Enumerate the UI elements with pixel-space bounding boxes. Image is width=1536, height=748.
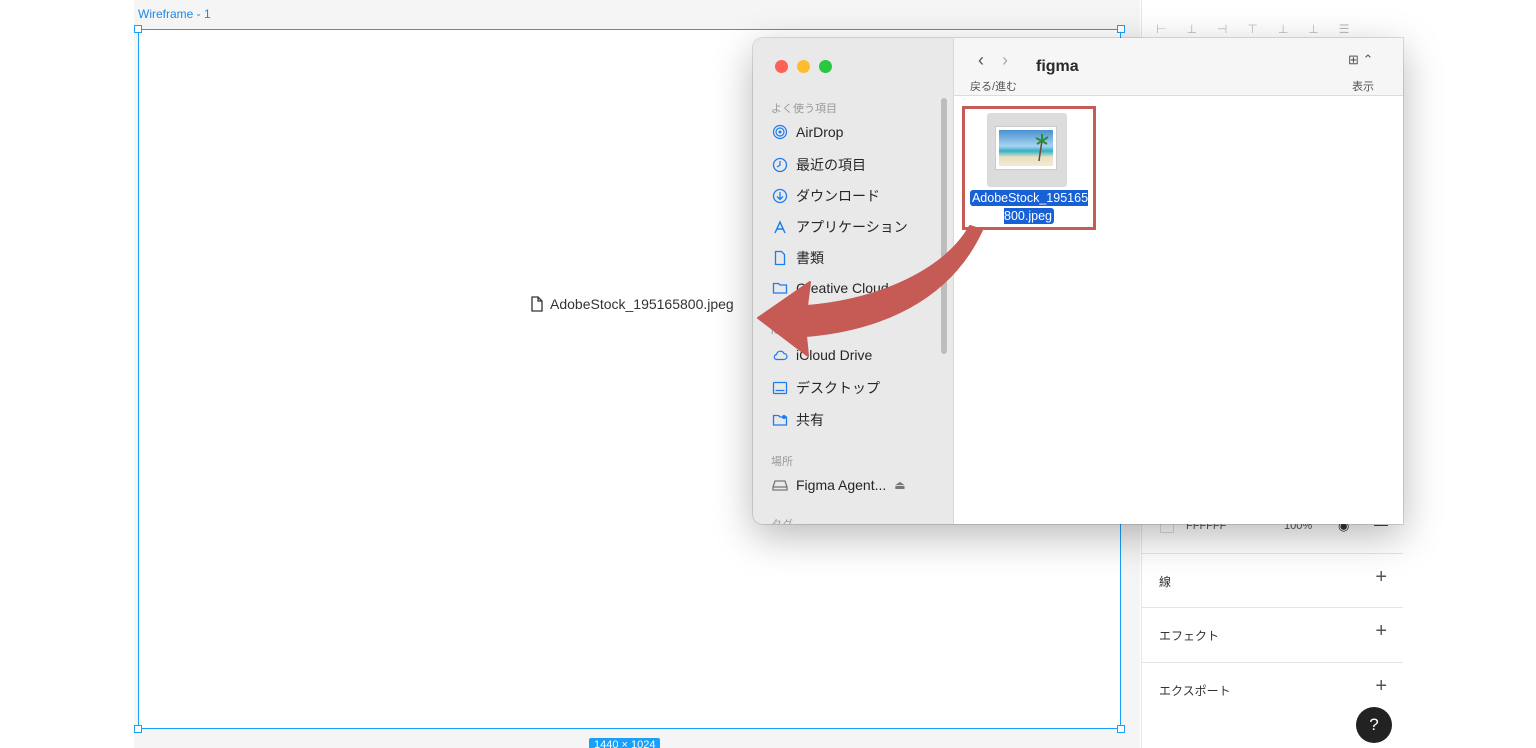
folder-icon [772, 280, 788, 296]
add-stroke-icon[interactable]: + [1375, 566, 1387, 589]
sidebar-item-label: Figma Agent... [796, 477, 887, 493]
drive-icon [772, 477, 788, 493]
dragged-file-name: AdobeStock_195165800.jpeg [550, 296, 734, 312]
sidebar-item-recents[interactable]: 最近の項目 [772, 155, 866, 175]
sidebar-item-applications[interactable]: アプリケーション [772, 217, 908, 237]
download-icon [772, 188, 788, 204]
cloud-icon [772, 347, 788, 363]
resize-handle-top-right[interactable] [1117, 25, 1125, 33]
finder-sidebar: よく使う項目 AirDrop 最近の項目 ダウンロード アプリケーション 書類 [753, 38, 954, 524]
stroke-title: 線 [1159, 575, 1172, 589]
align-bottom-icon[interactable]: ⊥ [1308, 22, 1318, 36]
sidebar-item-desktop[interactable]: デスクトップ [772, 378, 880, 398]
selected-file-name: AdobeStock_195165800.jpeg [969, 190, 1089, 224]
sidebar-item-documents[interactable]: 書類 [772, 248, 824, 268]
stroke-section: 線 + [1141, 553, 1403, 607]
sidebar-item-label: 共有 [796, 412, 824, 428]
align-right-icon[interactable]: ⊣ [1217, 22, 1227, 36]
effects-section: エフェクト + [1141, 607, 1403, 661]
resize-handle-bottom-left[interactable] [134, 725, 142, 733]
export-title: エクスポート [1159, 684, 1231, 698]
sidebar-item-label: アプリケーション [796, 219, 908, 235]
minimize-window-button[interactable] [797, 60, 810, 73]
airdrop-icon [772, 124, 788, 140]
document-icon [772, 250, 788, 266]
locations-group-label: 場所 [771, 456, 793, 468]
grid-view-icon[interactable]: ⊞ ⌃ [1348, 52, 1373, 68]
sidebar-item-icloud-drive[interactable]: iCloud Drive [772, 347, 872, 363]
sidebar-item-figma-agent[interactable]: Figma Agent... ⏏ [772, 477, 906, 493]
add-effect-icon[interactable]: + [1375, 620, 1387, 643]
close-window-button[interactable] [775, 60, 788, 73]
export-section: エクスポート + [1141, 662, 1403, 716]
view-label: 表示 [1352, 81, 1374, 93]
sidebar-item-airdrop[interactable]: AirDrop [772, 124, 843, 140]
applications-icon [772, 219, 788, 235]
file-name-label[interactable]: AdobeStock_195165800.jpeg [968, 189, 1090, 225]
desktop-icon [772, 380, 788, 396]
finder-window: よく使う項目 AirDrop 最近の項目 ダウンロード アプリケーション 書類 [753, 38, 1403, 524]
tags-group-label: タグ [771, 516, 793, 524]
sidebar-item-label: デスクトップ [796, 380, 880, 396]
help-button[interactable]: ? [1356, 707, 1392, 743]
resize-handle-bottom-right[interactable] [1117, 725, 1125, 733]
add-export-icon[interactable]: + [1375, 675, 1387, 698]
file-area[interactable]: AdobeStock_195165800.jpeg [954, 96, 1403, 524]
clock-icon [772, 157, 788, 173]
forward-chevron-icon[interactable]: › [1002, 50, 1008, 71]
resize-handle-top-left[interactable] [134, 25, 142, 33]
folder-title: figma [1036, 58, 1079, 75]
sidebar-item-label: ダウンロード [796, 188, 880, 204]
file-icon [531, 296, 543, 312]
sidebar-item-shared[interactable]: 共有 [772, 410, 824, 430]
palm-tree-icon [1035, 134, 1049, 161]
image-thumbnail [995, 126, 1057, 170]
icloud-group-label: iCloud [771, 325, 803, 337]
screen: Wireframe - 1 1440 × 1024 AdobeStock_195… [0, 0, 1536, 748]
back-chevron-icon[interactable]: ‹ [978, 50, 984, 71]
sidebar-scrollbar[interactable] [941, 98, 947, 354]
beach-image [999, 130, 1053, 166]
sidebar-item-label: Creative Cloud [796, 280, 889, 296]
favorites-group-label: よく使う項目 [771, 103, 837, 115]
alignment-toolbar: ⊢ ⊥ ⊣ ⊤ ⊥ ⊥ ☰ [1156, 22, 1349, 36]
sidebar-item-label: iCloud Drive [796, 347, 873, 363]
align-left-icon[interactable]: ⊢ [1156, 22, 1166, 36]
sidebar-item-downloads[interactable]: ダウンロード [772, 186, 880, 206]
sidebar-item-creative-cloud[interactable]: Creative Cloud [772, 280, 889, 296]
shared-folder-icon [772, 412, 788, 428]
eject-icon[interactable]: ⏏ [894, 478, 905, 492]
effects-title: エフェクト [1159, 629, 1220, 643]
sidebar-item-label: AirDrop [796, 124, 844, 140]
highlight-box[interactable]: AdobeStock_195165800.jpeg [962, 106, 1096, 230]
nav-buttons: ‹ › [978, 50, 1008, 71]
frame-label[interactable]: Wireframe - 1 [138, 7, 211, 21]
align-center-icon[interactable]: ⊥ [1186, 22, 1196, 36]
align-middle-icon[interactable]: ⊥ [1278, 22, 1288, 36]
sidebar-item-label: 書類 [796, 250, 824, 266]
align-top-icon[interactable]: ⊤ [1247, 22, 1257, 36]
frame-size-badge: 1440 × 1024 [589, 738, 661, 748]
zoom-window-button[interactable] [819, 60, 832, 73]
finder-toolbar: ‹ › 戻る/進む figma ⊞ ⌃ 表示 [954, 38, 1403, 96]
dragged-file-preview: AdobeStock_195165800.jpeg [530, 296, 734, 312]
sidebar-item-label: 最近の項目 [796, 157, 866, 173]
distribute-icon[interactable]: ☰ [1339, 22, 1350, 36]
nav-label: 戻る/進む [970, 81, 1018, 93]
